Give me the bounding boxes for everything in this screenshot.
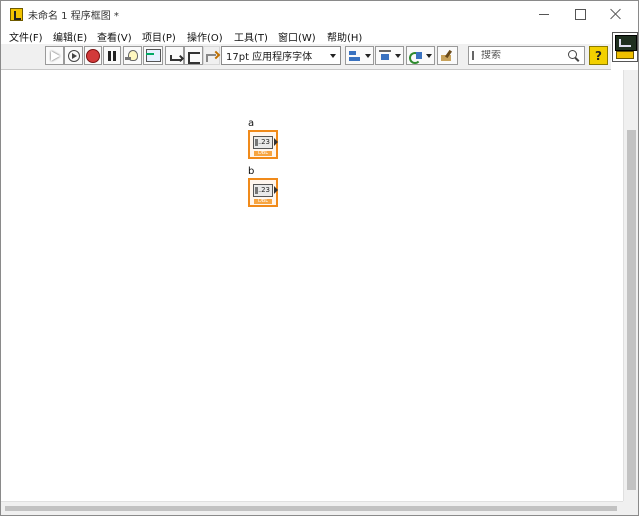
menu-bar: 文件(F) 编辑(E) 查看(V) 项目(P) 操作(O) 工具(T) 窗口(W…: [1, 27, 638, 44]
window-title: 未命名 1 程序框图 *: [28, 11, 119, 22]
context-help-button[interactable]: ?: [589, 46, 608, 65]
font-selector-label: 17pt 应用程序字体: [226, 52, 313, 63]
distribute-objects-button[interactable]: [375, 46, 404, 65]
run-continuously-button[interactable]: [64, 46, 83, 65]
step-over-button[interactable]: [184, 46, 203, 65]
font-selector[interactable]: 17pt 应用程序字体: [221, 46, 341, 65]
output-arrow-icon: [274, 186, 278, 194]
horizontal-scrollbar[interactable]: [1, 501, 623, 515]
highlight-execution-bulb-icon: [127, 50, 138, 61]
data-type-badge: DBL: [254, 151, 272, 156]
menu-edit[interactable]: 编辑(E): [53, 29, 87, 44]
context-help-icon: ?: [595, 48, 602, 63]
chevron-down-icon: [365, 53, 371, 58]
clean-up-diagram-button[interactable]: [437, 46, 458, 65]
terminal-label: b: [248, 166, 255, 177]
vertical-scroll-thumb[interactable]: [627, 130, 636, 490]
step-out-icon: [205, 49, 219, 63]
step-out-button[interactable]: [203, 46, 220, 65]
chevron-down-icon: [395, 53, 401, 58]
scrollbar-corner: [623, 501, 638, 515]
abort-button[interactable]: [84, 46, 102, 65]
align-objects-icon: [348, 50, 362, 62]
output-arrow-icon: [274, 138, 278, 146]
chevron-down-icon: [426, 53, 432, 58]
search-icon[interactable]: [568, 49, 580, 62]
retain-wire-values-icon: [145, 49, 161, 62]
menu-operate[interactable]: 操作(O): [187, 29, 223, 44]
menu-tools[interactable]: 工具(T): [234, 29, 268, 44]
run-arrow-icon: [48, 49, 62, 63]
step-over-icon: [187, 49, 201, 64]
numeric-control-terminal[interactable]: 1.23 DBL: [248, 178, 278, 207]
title-bar: 未命名 1 程序框图 *: [1, 1, 638, 27]
horizontal-scroll-thumb[interactable]: [5, 506, 617, 511]
vi-icon[interactable]: [612, 32, 638, 62]
menu-file[interactable]: 文件(F): [9, 29, 43, 44]
step-into-button[interactable]: [165, 46, 184, 65]
block-diagram-window: 未命名 1 程序框图 * 文件(F) 编辑(E) 查看(V) 项目(P) 操作(…: [0, 0, 639, 516]
numeric-display: 1.23: [253, 184, 273, 197]
numeric-control-terminal[interactable]: 1.23 DBL: [248, 130, 278, 159]
close-button[interactable]: [594, 1, 638, 27]
distribute-objects-icon: [378, 49, 392, 62]
menu-project[interactable]: 项目(P): [142, 29, 176, 44]
pause-icon: [105, 49, 119, 63]
menu-help[interactable]: 帮助(H): [327, 29, 362, 44]
vi-icon-connector: [616, 51, 634, 59]
menu-view[interactable]: 查看(V): [97, 29, 132, 44]
numeric-display: 1.23: [253, 136, 273, 149]
abort-stop-icon: [86, 48, 100, 63]
step-into-icon: [168, 49, 182, 63]
maximize-icon: [574, 8, 586, 20]
clean-up-diagram-icon: [440, 50, 455, 62]
vertical-scrollbar[interactable]: [623, 70, 638, 501]
run-button[interactable]: [45, 46, 64, 65]
block-diagram-canvas[interactable]: a 1.23 DBL b 1.23 DBL: [1, 70, 623, 501]
search-input[interactable]: [478, 50, 568, 61]
close-icon: [610, 8, 622, 20]
labview-app-icon: [10, 8, 23, 21]
minimize-icon: [539, 13, 549, 15]
reorder-icon: [409, 50, 423, 64]
align-objects-button[interactable]: [345, 46, 374, 65]
reorder-button[interactable]: [406, 46, 435, 65]
vi-icon-screen: [615, 35, 637, 51]
toolbar: 17pt 应用程序字体 ?: [1, 44, 611, 70]
retain-wire-values-button[interactable]: [143, 46, 163, 65]
chevron-down-icon: [330, 53, 336, 58]
search-box: [468, 46, 585, 65]
highlight-execution-button[interactable]: [123, 46, 142, 65]
pause-button[interactable]: [103, 46, 121, 65]
run-continuously-icon: [67, 49, 80, 62]
terminal-label: a: [248, 118, 255, 129]
menu-window[interactable]: 窗口(W): [278, 29, 316, 44]
data-type-badge: DBL: [254, 199, 272, 204]
